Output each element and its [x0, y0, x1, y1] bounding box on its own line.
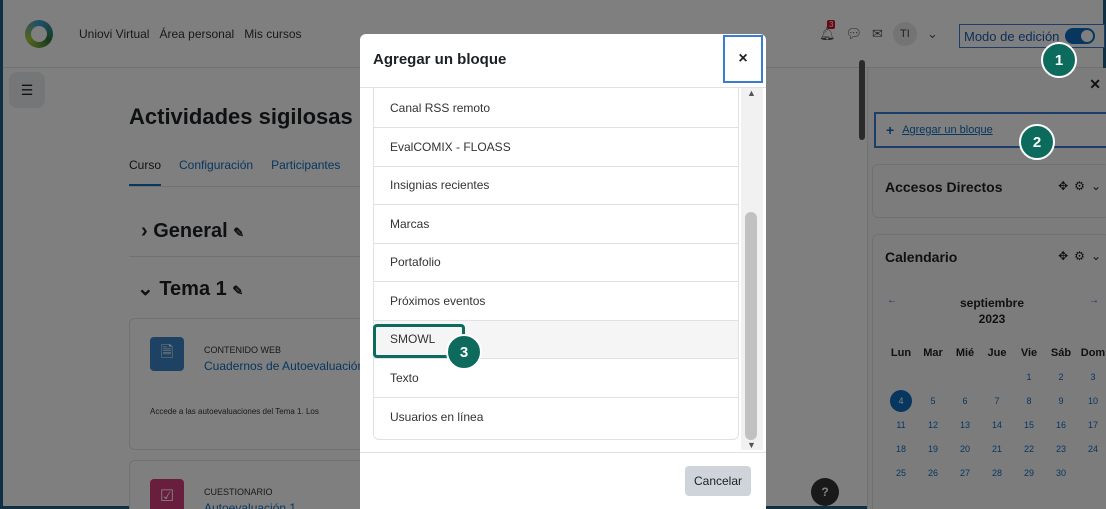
- modal-title: Agregar un bloque: [373, 51, 507, 68]
- block-option-online-users[interactable]: Usuarios en línea: [374, 398, 738, 437]
- step-marker: 2: [1019, 124, 1055, 160]
- scroll-down-icon[interactable]: ▼: [747, 440, 756, 450]
- scroll-up-icon[interactable]: ▲: [747, 88, 756, 98]
- cancel-button[interactable]: Cancelar: [685, 466, 751, 496]
- block-option-tags[interactable]: Marcas: [374, 205, 738, 244]
- block-list: Canal RSS remoto EvalCOMIX - FLOASS Insi…: [373, 88, 739, 440]
- modal-footer: Cancelar: [360, 452, 766, 509]
- list-scrollbar[interactable]: ▲ ▼: [741, 88, 763, 450]
- step-marker: 3: [446, 334, 482, 370]
- block-option-badges[interactable]: Insignias recientes: [374, 167, 738, 205]
- block-option-evalcomix[interactable]: EvalCOMIX - FLOASS: [374, 128, 738, 167]
- modal-close-button[interactable]: ×: [723, 35, 763, 83]
- block-option-upcoming-events[interactable]: Próximos eventos: [374, 282, 738, 321]
- block-option-text[interactable]: Texto: [374, 359, 738, 398]
- step-marker: 1: [1041, 42, 1077, 78]
- add-block-modal: Agregar un bloque × Canal RSS remoto Eva…: [360, 34, 766, 509]
- block-option-rss[interactable]: Canal RSS remoto: [374, 88, 738, 128]
- modal-header: Agregar un bloque ×: [360, 34, 766, 88]
- scrollbar-thumb[interactable]: [745, 212, 757, 440]
- close-icon: ×: [738, 50, 748, 67]
- block-option-portfolio[interactable]: Portafolio: [374, 244, 738, 282]
